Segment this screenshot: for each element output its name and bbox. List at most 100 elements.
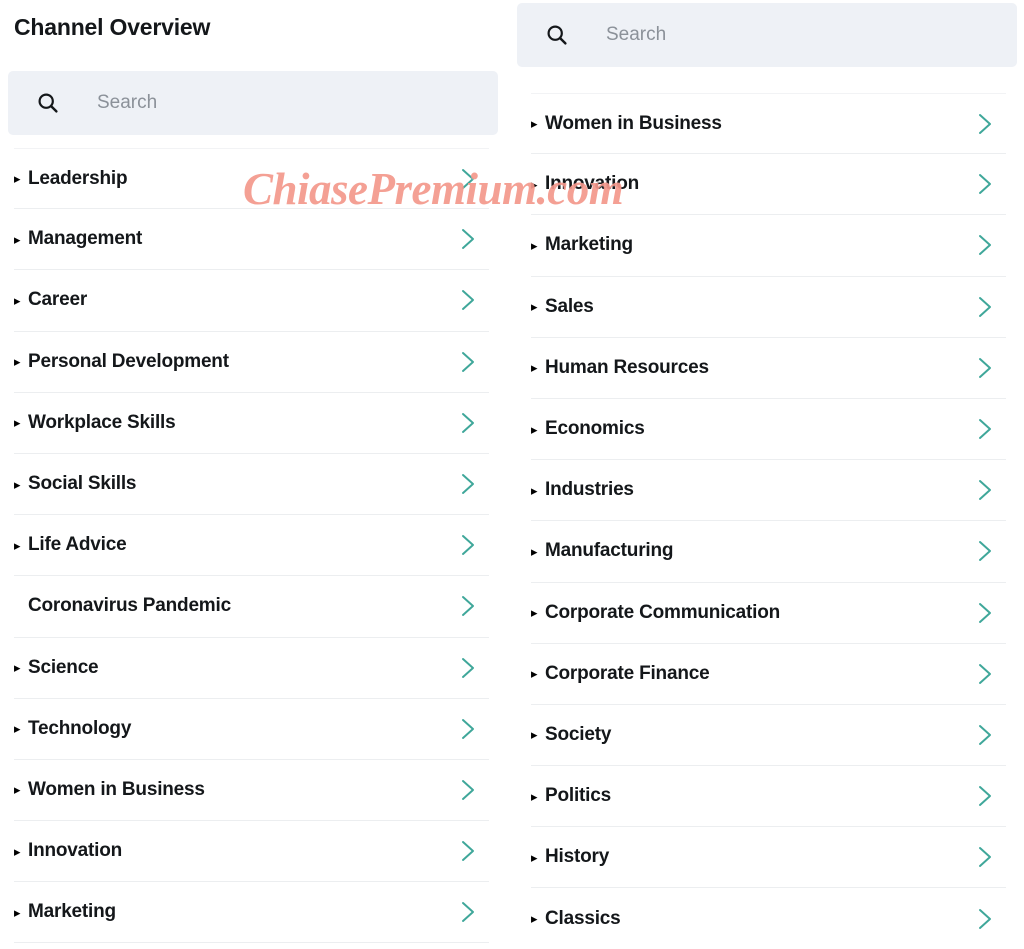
channel-row-sales[interactable]: ▸ Sales [531, 277, 1006, 338]
triangle-right-icon[interactable]: ▸ [531, 667, 543, 680]
channel-label: Industries [545, 479, 634, 501]
channel-label: Science [28, 656, 99, 678]
page-title: Channel Overview [14, 14, 211, 40]
channel-row-women-in-business[interactable]: ▸ Women in Business [14, 760, 489, 822]
channel-label: Leadership [28, 167, 128, 189]
chevron-right-icon[interactable] [457, 777, 479, 803]
chevron-right-icon[interactable] [974, 661, 996, 687]
channel-row-corporate-communication[interactable]: ▸ Corporate Communication [531, 583, 1006, 644]
channel-row-workplace-skills[interactable]: ▸ Workplace Skills [14, 393, 489, 454]
search-icon [38, 93, 58, 113]
chevron-right-icon[interactable] [974, 355, 996, 381]
chevron-right-icon[interactable] [457, 899, 479, 925]
channel-row-social-skills[interactable]: ▸ Social Skills [14, 454, 489, 516]
channel-row-innovation[interactable]: ▸ Innovation [531, 154, 1006, 216]
triangle-right-icon[interactable]: ▸ [14, 845, 26, 858]
chevron-right-icon[interactable] [457, 166, 479, 192]
channel-row-coronavirus-pandemic[interactable]: ▸Coronavirus Pandemic [14, 576, 489, 638]
channel-row-life-advice[interactable]: ▸ Life Advice [14, 515, 489, 577]
triangle-right-icon[interactable]: ▸ [14, 172, 26, 185]
channel-row-corporate-finance[interactable]: ▸ Corporate Finance [531, 644, 1006, 705]
triangle-right-icon[interactable]: ▸ [14, 233, 26, 246]
screen-root: Channel Overview Search ▸ Leadership ▸ Mana… [0, 0, 1024, 949]
search-input-right[interactable]: Search [606, 24, 666, 46]
triangle-right-icon[interactable]: ▸ [531, 728, 543, 741]
chevron-right-icon[interactable] [974, 783, 996, 809]
triangle-right-icon[interactable]: ▸ [14, 539, 26, 552]
channel-row-marketing[interactable]: ▸ Marketing [14, 882, 489, 944]
search-box-right[interactable]: Search [517, 3, 1017, 67]
channel-row-technology[interactable]: ▸ Technology [14, 699, 489, 760]
search-input-left[interactable]: Search [97, 92, 157, 114]
chevron-right-icon[interactable] [974, 722, 996, 748]
channel-row-career[interactable]: ▸ Career [14, 270, 489, 332]
triangle-right-icon[interactable]: ▸ [14, 661, 26, 674]
channel-row-history[interactable]: ▸ History [531, 827, 1006, 889]
channel-list-left: ▸ Leadership ▸ Management ▸ Career ▸ Personal D… [0, 148, 503, 944]
triangle-right-icon[interactable]: ▸ [14, 783, 26, 796]
triangle-right-icon[interactable]: ▸ [531, 423, 543, 436]
chevron-right-icon[interactable] [457, 349, 479, 375]
chevron-right-icon[interactable] [457, 471, 479, 497]
channel-row-politics[interactable]: ▸ Politics [531, 766, 1006, 828]
channel-row-leadership[interactable]: ▸ Leadership [14, 148, 489, 210]
channel-row-classics[interactable]: ▸ Classics [531, 888, 1006, 949]
triangle-right-icon[interactable]: ▸ [14, 906, 26, 919]
channel-label: Politics [545, 785, 611, 807]
triangle-right-icon[interactable]: ▸ [531, 912, 543, 925]
channel-label: Technology [28, 717, 132, 739]
channel-label: Human Resources [545, 356, 709, 378]
channel-label: Women in Business [545, 112, 722, 134]
channel-row-human-resources[interactable]: ▸ Human Resources [531, 338, 1006, 399]
triangle-right-icon[interactable]: ▸ [531, 851, 543, 864]
chevron-right-icon[interactable] [457, 838, 479, 864]
channel-row-management[interactable]: ▸ Management [14, 209, 489, 271]
chevron-right-icon[interactable] [457, 226, 479, 252]
channel-row-economics[interactable]: ▸ Economics [531, 399, 1006, 461]
chevron-right-icon[interactable] [457, 410, 479, 436]
chevron-right-icon[interactable] [974, 538, 996, 564]
triangle-right-icon[interactable]: ▸ [531, 117, 543, 130]
channel-row-industries[interactable]: ▸ Industries [531, 460, 1006, 522]
channel-list-right: ▸ Women in Business ▸ Innovation ▸ Marketing ▸… [517, 93, 1020, 949]
chevron-right-icon[interactable] [457, 287, 479, 313]
triangle-right-icon[interactable]: ▸ [531, 606, 543, 619]
triangle-right-icon[interactable]: ▸ [14, 722, 26, 735]
triangle-right-icon[interactable]: ▸ [531, 239, 543, 252]
channel-row-science[interactable]: ▸ Science [14, 638, 489, 699]
channel-label: Career [28, 289, 88, 311]
chevron-right-icon[interactable] [974, 844, 996, 870]
triangle-right-icon[interactable]: ▸ [531, 361, 543, 374]
chevron-right-icon[interactable] [457, 593, 479, 619]
channel-row-manufacturing[interactable]: ▸ Manufacturing [531, 521, 1006, 583]
chevron-right-icon[interactable] [974, 232, 996, 258]
channel-label: Management [28, 228, 143, 250]
chevron-right-icon[interactable] [457, 655, 479, 681]
channel-row-personal-development[interactable]: ▸ Personal Development [14, 332, 489, 393]
chevron-right-icon[interactable] [974, 906, 996, 932]
triangle-right-icon[interactable]: ▸ [14, 355, 26, 368]
triangle-right-icon[interactable]: ▸ [531, 300, 543, 313]
chevron-right-icon[interactable] [974, 477, 996, 503]
channel-label: Life Advice [28, 534, 127, 556]
chevron-right-icon[interactable] [974, 171, 996, 197]
search-box-left[interactable]: Search [8, 71, 498, 135]
chevron-right-icon[interactable] [457, 716, 479, 742]
triangle-right-icon[interactable]: ▸ [531, 484, 543, 497]
chevron-right-icon[interactable] [457, 532, 479, 558]
triangle-right-icon[interactable]: ▸ [531, 790, 543, 803]
chevron-right-icon[interactable] [974, 294, 996, 320]
channel-row-women-in-business[interactable]: ▸ Women in Business [531, 93, 1006, 155]
channel-row-innovation[interactable]: ▸ Innovation [14, 821, 489, 883]
triangle-right-icon[interactable]: ▸ [14, 478, 26, 491]
chevron-right-icon[interactable] [974, 416, 996, 442]
channel-row-marketing[interactable]: ▸ Marketing [531, 215, 1006, 277]
triangle-right-icon[interactable]: ▸ [14, 294, 26, 307]
triangle-right-icon[interactable]: ▸ [14, 416, 26, 429]
triangle-right-icon[interactable]: ▸ [531, 545, 543, 558]
chevron-right-icon[interactable] [974, 600, 996, 626]
chevron-right-icon[interactable] [974, 111, 996, 137]
triangle-right-icon[interactable]: ▸ [531, 178, 543, 191]
channel-row-society[interactable]: ▸ Society [531, 705, 1006, 767]
search-icon [547, 25, 567, 45]
